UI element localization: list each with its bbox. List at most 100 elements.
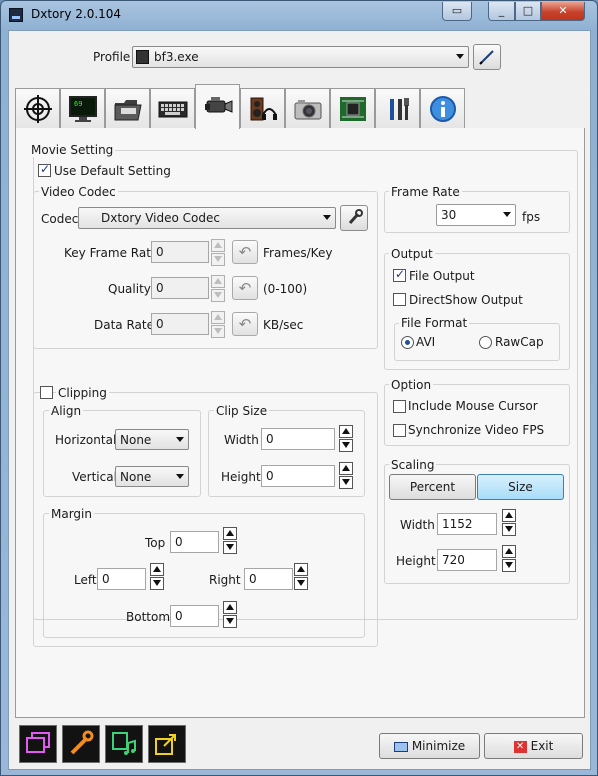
codec-select[interactable]: Dxtory Video Codec xyxy=(78,207,336,229)
quality-unit: (0-100) xyxy=(263,282,308,296)
scaling-width-input[interactable]: 1152 xyxy=(437,513,497,535)
profile-select[interactable]: bf3.exe xyxy=(132,46,469,68)
vertical-label: Vertical xyxy=(72,470,117,484)
overlay-icon-button[interactable]: ▭ xyxy=(442,2,472,21)
option-title: Option xyxy=(389,378,434,392)
sync-fps-checkbox[interactable] xyxy=(393,424,406,437)
data-rate-reset-button[interactable]: ↶ xyxy=(232,312,258,336)
tab-movie[interactable] xyxy=(195,84,240,129)
spin-down-icon[interactable] xyxy=(150,577,164,590)
horizontal-value: None xyxy=(120,433,152,447)
scaling-percent-button[interactable]: Percent xyxy=(389,474,476,500)
spin-up-icon[interactable] xyxy=(211,275,225,288)
file-output-checkbox[interactable] xyxy=(393,267,406,282)
horizontal-align-select[interactable]: None xyxy=(115,429,189,450)
spin-up-icon[interactable] xyxy=(223,601,237,614)
minimize-button[interactable]: Minimize xyxy=(379,733,480,759)
margin-bottom-spinner[interactable] xyxy=(223,601,237,629)
minimize-window-button[interactable]: _ xyxy=(488,2,515,21)
bottom-bar: Minimize ✕ Exit xyxy=(9,721,590,769)
avi-radio[interactable] xyxy=(401,336,414,349)
horizontal-label: Horizontal xyxy=(55,433,117,447)
spin-up-icon[interactable] xyxy=(339,462,353,475)
key-frame-input[interactable]: 0 xyxy=(151,241,209,263)
chevron-down-icon xyxy=(456,54,464,59)
scaling-width-spinner[interactable] xyxy=(502,509,516,537)
codec-label: Codec xyxy=(41,212,79,226)
key-frame-spinner[interactable] xyxy=(211,239,225,266)
quality-input[interactable]: 0 xyxy=(151,277,209,299)
margin-right-spinner[interactable] xyxy=(294,563,308,591)
margin-bottom-input[interactable]: 0 xyxy=(170,605,219,627)
spin-up-icon[interactable] xyxy=(223,527,237,540)
settings-tool-button[interactable] xyxy=(62,725,100,763)
clip-width-input[interactable]: 0 xyxy=(261,428,335,450)
include-mouse-checkbox[interactable] xyxy=(393,400,406,413)
camcorder-icon xyxy=(205,97,233,113)
maximize-window-button[interactable]: □ xyxy=(515,2,541,21)
margin-top-spinner[interactable] xyxy=(223,527,237,555)
clipping-checkbox[interactable] xyxy=(40,386,53,399)
tab-overlay[interactable] xyxy=(15,88,60,128)
tab-screenshot[interactable] xyxy=(285,88,330,128)
rawcap-radio[interactable] xyxy=(479,336,492,349)
export-button[interactable] xyxy=(148,725,186,763)
clip-width-spinner[interactable] xyxy=(339,425,353,453)
spin-up-icon[interactable] xyxy=(502,545,516,558)
spin-down-icon[interactable] xyxy=(211,325,225,338)
spin-down-icon[interactable] xyxy=(223,541,237,554)
spin-down-icon[interactable] xyxy=(339,439,353,452)
spin-down-icon[interactable] xyxy=(223,615,237,628)
margin-left-input[interactable]: 0 xyxy=(97,568,146,590)
client-area: Profile bf3.exe 69 Movie Setting ✓ Use D… xyxy=(8,30,591,770)
windows-overlay-button[interactable] xyxy=(19,725,57,763)
spin-up-icon[interactable] xyxy=(502,509,516,522)
vertical-value: None xyxy=(120,470,152,484)
spin-up-icon[interactable] xyxy=(339,425,353,438)
vertical-align-select[interactable]: None xyxy=(115,466,189,487)
tab-info[interactable] xyxy=(420,88,465,128)
quality-spinner[interactable] xyxy=(211,275,225,302)
spin-up-icon[interactable] xyxy=(211,311,225,324)
scaling-height-input[interactable]: 720 xyxy=(437,549,497,571)
tab-display[interactable]: 69 xyxy=(60,88,105,128)
data-rate-spinner[interactable] xyxy=(211,311,225,338)
clip-height-spinner[interactable] xyxy=(339,462,353,490)
key-frame-label: Key Frame Rate xyxy=(64,246,159,260)
use-default-checkbox[interactable] xyxy=(38,162,51,177)
spin-down-icon[interactable] xyxy=(211,253,225,266)
clip-height-input[interactable]: 0 xyxy=(261,465,335,487)
tab-audio[interactable] xyxy=(240,88,285,128)
quality-reset-button[interactable]: ↶ xyxy=(232,276,258,300)
music-screen-icon xyxy=(112,732,136,755)
spin-up-icon[interactable] xyxy=(211,239,225,252)
spin-down-icon[interactable] xyxy=(294,577,308,590)
close-window-button[interactable]: ✕ xyxy=(541,2,585,21)
spin-down-icon[interactable] xyxy=(502,559,516,572)
tab-hotkey[interactable] xyxy=(150,88,195,128)
avi-label: AVI xyxy=(416,335,436,349)
frame-rate-select[interactable]: 30 xyxy=(436,204,516,226)
spin-up-icon[interactable] xyxy=(294,563,308,576)
spin-down-icon[interactable] xyxy=(211,289,225,302)
tools-icon xyxy=(390,98,409,120)
spin-down-icon[interactable] xyxy=(339,476,353,489)
key-frame-reset-button[interactable]: ↶ xyxy=(232,240,258,264)
edit-profile-button[interactable] xyxy=(473,44,501,70)
audio-device-button[interactable] xyxy=(105,725,143,763)
spin-down-icon[interactable] xyxy=(502,523,516,536)
directshow-output-checkbox[interactable] xyxy=(393,293,406,306)
codec-config-button[interactable] xyxy=(340,205,368,231)
margin-left-spinner[interactable] xyxy=(150,563,164,591)
scaling-height-spinner[interactable] xyxy=(502,545,516,573)
data-rate-input[interactable]: 0 xyxy=(151,313,209,335)
margin-top-input[interactable]: 0 xyxy=(170,531,219,553)
margin-right-input[interactable]: 0 xyxy=(244,568,293,590)
directshow-output-label: DirectShow Output xyxy=(409,293,523,307)
tab-advanced[interactable] xyxy=(330,88,375,128)
exit-button[interactable]: ✕ Exit xyxy=(484,733,583,759)
tab-folder[interactable] xyxy=(105,88,150,128)
scaling-size-button[interactable]: Size xyxy=(477,474,564,500)
tab-settings[interactable] xyxy=(375,88,420,128)
spin-up-icon[interactable] xyxy=(150,563,164,576)
